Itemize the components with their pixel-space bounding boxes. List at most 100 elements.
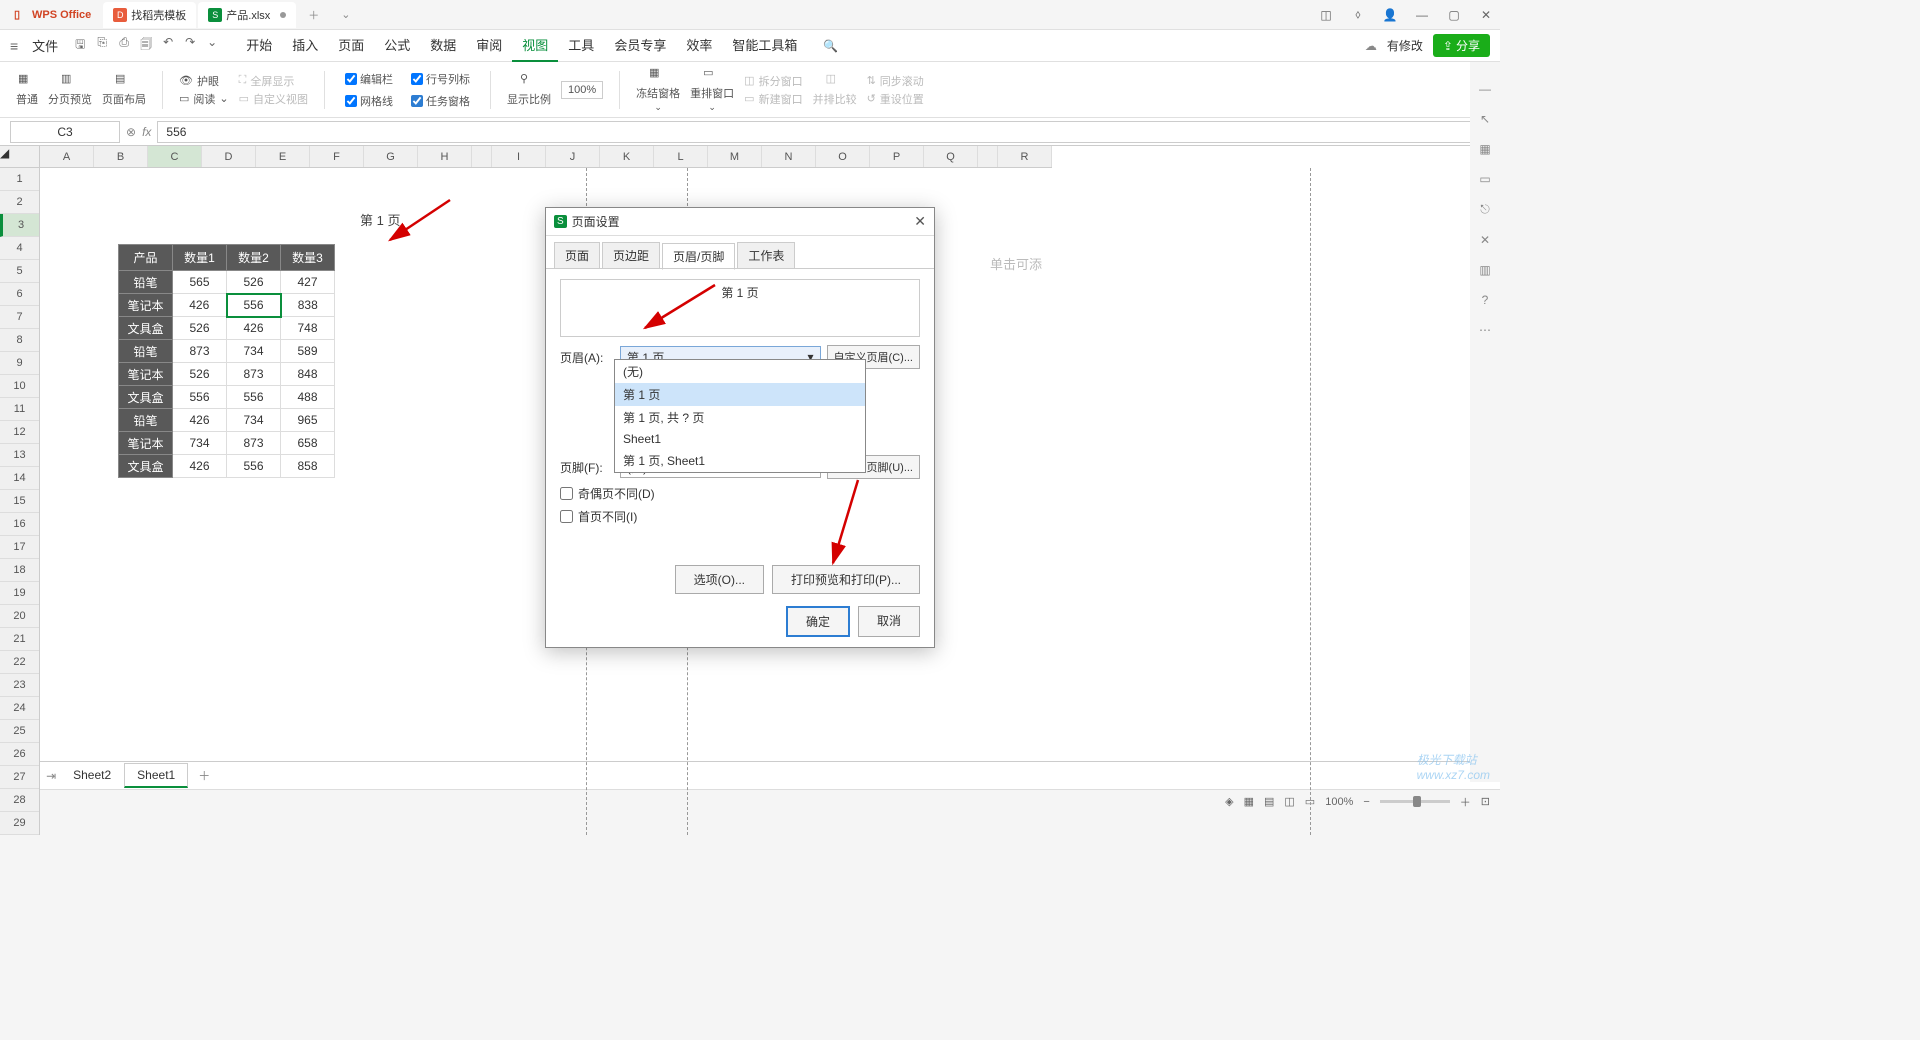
row-header[interactable]: 6 [0, 283, 39, 306]
table-header[interactable]: 数量1 [173, 245, 227, 271]
check-edit-bar[interactable]: 编辑栏 [341, 69, 397, 89]
row-header[interactable]: 14 [0, 467, 39, 490]
table-cell[interactable]: 556 [173, 386, 227, 409]
cursor-icon[interactable]: ↖ [1480, 112, 1490, 126]
dropdown-option[interactable]: (无) [615, 360, 865, 383]
col-header[interactable]: E [256, 146, 310, 167]
minimize-button[interactable]: — [1412, 5, 1432, 25]
col-header[interactable]: M [708, 146, 762, 167]
help-icon[interactable]: ? [1482, 293, 1489, 307]
row-header[interactable]: 29 [0, 812, 39, 835]
table-cell[interactable]: 965 [281, 409, 335, 432]
table-cell[interactable]: 526 [173, 317, 227, 340]
cancel-icon[interactable]: ⊗ [126, 125, 136, 139]
check-row-col[interactable]: 行号列标 [407, 69, 474, 89]
read-mode[interactable]: 阅读 [193, 91, 215, 107]
formula-input[interactable]: 556 [157, 121, 1490, 143]
col-header[interactable]: L [654, 146, 708, 167]
col-header[interactable] [978, 146, 998, 167]
freeze-panes[interactable]: ▦冻结窗格⌄ [636, 66, 680, 113]
table-cell[interactable]: 734 [173, 432, 227, 455]
view-page-layout[interactable]: ▤页面布局 [102, 72, 146, 107]
more-icon[interactable]: ⋯ [1479, 323, 1491, 337]
menu-tab-7[interactable]: 工具 [558, 29, 604, 62]
app-tab-template[interactable]: D 找稻壳模板 [103, 2, 196, 28]
rearrange-windows[interactable]: ▭重排窗口⌄ [690, 66, 734, 113]
table-cell[interactable]: 556 [227, 455, 281, 478]
zoom-value[interactable]: 100% [561, 81, 603, 99]
table-cell[interactable]: 文具盒 [119, 386, 173, 409]
fullscreen[interactable]: 全屏显示 [250, 73, 294, 89]
dropdown-option[interactable]: 第 1 页, Sheet1 [615, 449, 865, 472]
view-normal-icon[interactable]: ▦ [1244, 795, 1254, 808]
menu-tab-4[interactable]: 数据 [420, 29, 466, 62]
dialog-tab[interactable]: 页面 [554, 242, 600, 269]
col-header[interactable]: G [364, 146, 418, 167]
row-header[interactable]: 1 [0, 168, 39, 191]
cancel-button[interactable]: 取消 [858, 606, 920, 637]
name-box[interactable]: C3 [10, 121, 120, 143]
print-icon[interactable]: ⎙ [116, 35, 132, 56]
zoom-in-icon[interactable]: ＋ [1460, 794, 1471, 810]
row-header[interactable]: 10 [0, 375, 39, 398]
table-cell[interactable]: 734 [227, 340, 281, 363]
col-header[interactable]: I [492, 146, 546, 167]
row-header[interactable]: 7 [0, 306, 39, 329]
table-cell[interactable]: 526 [173, 363, 227, 386]
table-cell[interactable]: 565 [173, 271, 227, 294]
table-cell[interactable]: 838 [281, 294, 335, 317]
check-gridlines[interactable]: 网格线 [341, 91, 397, 111]
row-header[interactable]: 8 [0, 329, 39, 352]
split-window[interactable]: 拆分窗口 [759, 73, 803, 89]
view-normal[interactable]: ▦普通 [16, 72, 38, 107]
menu-tab-5[interactable]: 审阅 [466, 29, 512, 62]
expand-icon[interactable]: ⊡ [1481, 795, 1490, 808]
new-window[interactable]: 新建窗口 [759, 91, 803, 107]
row-header[interactable]: 25 [0, 720, 39, 743]
table-cell[interactable]: 铅笔 [119, 271, 173, 294]
table-cell[interactable]: 铅笔 [119, 340, 173, 363]
menu-tab-6[interactable]: 视图 [512, 29, 558, 62]
ai-icon[interactable]: ◈ [1225, 795, 1233, 808]
minus-icon[interactable]: — [1479, 82, 1491, 96]
table-header[interactable]: 产品 [119, 245, 173, 271]
table-cell[interactable]: 873 [227, 363, 281, 386]
save-icon[interactable]: 🖫 [72, 35, 88, 56]
check-task-pane[interactable]: 任务窗格 [407, 91, 474, 111]
col-header[interactable]: D [202, 146, 256, 167]
dialog-tab[interactable]: 工作表 [737, 242, 795, 269]
search-icon[interactable]: 🔍 [823, 39, 838, 53]
col-header[interactable]: Q [924, 146, 978, 167]
table-cell[interactable]: 426 [173, 294, 227, 317]
row-header[interactable]: 4 [0, 237, 39, 260]
row-header[interactable]: 18 [0, 559, 39, 582]
row-header[interactable]: 9 [0, 352, 39, 375]
cube-icon[interactable]: ⬨ [1348, 5, 1368, 25]
page-icon[interactable]: ▭ [1479, 172, 1490, 186]
table-cell[interactable]: 笔记本 [119, 432, 173, 455]
qat-dropdown-icon[interactable]: ⌄ [204, 35, 220, 56]
row-header[interactable]: 11 [0, 398, 39, 421]
table-cell[interactable]: 488 [281, 386, 335, 409]
chevron-down-icon[interactable]: ⌄ [219, 92, 228, 105]
menu-tab-2[interactable]: 页面 [328, 29, 374, 62]
table-cell[interactable]: 848 [281, 363, 335, 386]
row-header[interactable]: 22 [0, 651, 39, 674]
table-cell[interactable]: 426 [173, 409, 227, 432]
table-cell[interactable]: 铅笔 [119, 409, 173, 432]
toolbox-icon[interactable]: ▥ [1479, 263, 1490, 277]
chevron-down-icon[interactable]: ⌄ [708, 102, 716, 113]
print-preview-button[interactable]: 打印预览和打印(P)... [772, 565, 920, 594]
dropdown-option[interactable]: 第 1 页 [615, 383, 865, 406]
redo-icon[interactable]: ↷ [182, 35, 198, 56]
col-header[interactable]: B [94, 146, 148, 167]
close-button[interactable]: ✕ [1476, 5, 1496, 25]
row-header[interactable]: 19 [0, 582, 39, 605]
row-header[interactable]: 26 [0, 743, 39, 766]
table-cell[interactable]: 526 [227, 271, 281, 294]
select-all-corner[interactable]: ◢ [0, 146, 40, 168]
options-button[interactable]: 选项(O)... [675, 565, 764, 594]
tool-icon[interactable]: ✕ [1480, 233, 1490, 247]
undo-icon[interactable]: ↶ [160, 35, 176, 56]
dialog-tab[interactable]: 页边距 [602, 242, 660, 269]
